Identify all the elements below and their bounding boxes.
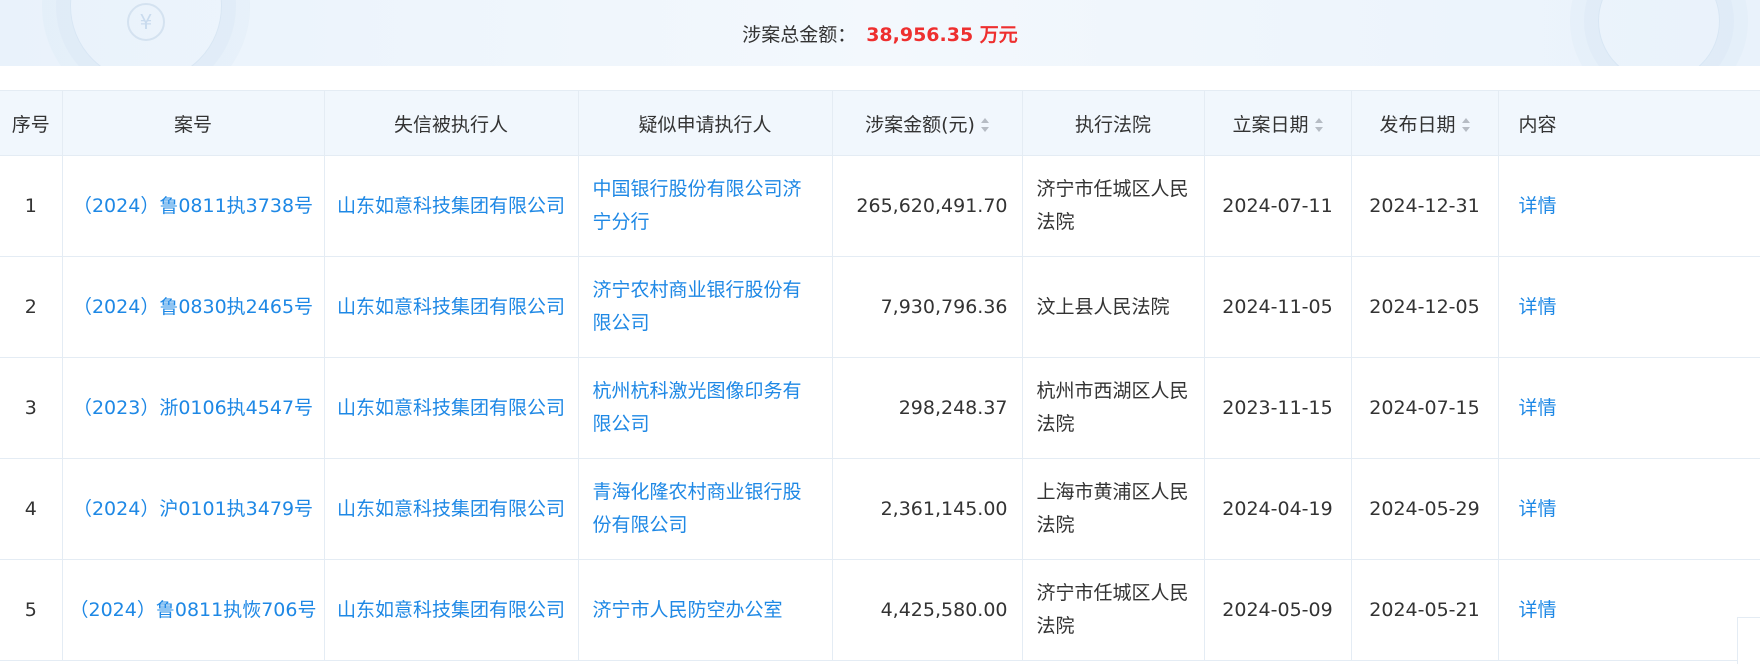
case-number-link[interactable]: （2024）沪0101执3479号 xyxy=(61,458,325,560)
case-number-link[interactable]: （2023）浙0106执4547号 xyxy=(61,357,325,459)
case-number-link[interactable]: （2024）鲁0811执恢706号 xyxy=(61,559,325,661)
col-header-amount[interactable]: 涉案金额(元) xyxy=(831,90,1023,156)
table-header-row: 序号 案号 失信被执行人 疑似申请执行人 涉案金额(元) 执行法院 立案日期 发… xyxy=(0,90,1760,156)
cell-amount: 265,620,491.70 xyxy=(831,155,1023,257)
col-header-filing-date-label: 立案日期 xyxy=(1232,113,1309,136)
cell-publish-date: 2024-12-05 xyxy=(1350,256,1499,358)
cell-index: 1 xyxy=(0,155,63,257)
detail-link[interactable]: 详情 xyxy=(1497,155,1760,257)
cell-index: 3 xyxy=(0,357,63,459)
cell-filing-date: 2023-11-15 xyxy=(1203,357,1352,459)
cell-publish-date: 2024-05-21 xyxy=(1350,559,1499,661)
col-header-filing-date[interactable]: 立案日期 xyxy=(1203,90,1352,156)
col-header-index: 序号 xyxy=(0,90,63,156)
decorative-circle xyxy=(1598,0,1720,66)
detail-link[interactable]: 详情 xyxy=(1497,256,1760,358)
col-header-case-no: 案号 xyxy=(61,90,325,156)
cell-publish-date: 2024-07-15 xyxy=(1350,357,1499,459)
cell-filing-date: 2024-05-09 xyxy=(1203,559,1352,661)
col-header-debtor: 失信被执行人 xyxy=(323,90,579,156)
sort-icon[interactable] xyxy=(980,118,989,132)
table-row: 2 （2024）鲁0830执2465号 山东如意科技集团有限公司 济宁农村商业银… xyxy=(0,256,1760,358)
case-number-link[interactable]: （2024）鲁0811执3738号 xyxy=(61,155,325,257)
applicant-link[interactable]: 杭州杭科激光图像印务有限公司 xyxy=(577,357,833,459)
applicant-link[interactable]: 济宁农村商业银行股份有限公司 xyxy=(577,256,833,358)
debtor-link[interactable]: 山东如意科技集团有限公司 xyxy=(323,256,579,358)
cell-amount: 4,425,580.00 xyxy=(831,559,1023,661)
cell-filing-date: 2024-04-19 xyxy=(1203,458,1352,560)
cell-index: 4 xyxy=(0,458,63,560)
decorative-circle: ¥ xyxy=(70,0,222,66)
cell-amount: 7,930,796.36 xyxy=(831,256,1023,358)
applicant-link[interactable]: 中国银行股份有限公司济宁分行 xyxy=(577,155,833,257)
col-header-content: 内容 xyxy=(1497,90,1760,156)
debtor-link[interactable]: 山东如意科技集团有限公司 xyxy=(323,155,579,257)
cell-court: 杭州市西湖区人民法院 xyxy=(1021,357,1205,459)
col-header-applicant: 疑似申请执行人 xyxy=(577,90,833,156)
dishonest-debtor-table: 序号 案号 失信被执行人 疑似申请执行人 涉案金额(元) 执行法院 立案日期 发… xyxy=(0,90,1760,661)
total-amount-value: 38,956.35 万元 xyxy=(866,23,1018,46)
cell-court: 汶上县人民法院 xyxy=(1021,256,1205,358)
table-row: 5 （2024）鲁0811执恢706号 山东如意科技集团有限公司 济宁市人民防空… xyxy=(0,559,1760,661)
applicant-link[interactable]: 济宁市人民防空办公室 xyxy=(577,559,833,661)
sort-icon[interactable] xyxy=(1314,118,1323,132)
applicant-link[interactable]: 青海化隆农村商业银行股份有限公司 xyxy=(577,458,833,560)
yuan-icon: ¥ xyxy=(127,3,165,41)
cell-index: 5 xyxy=(0,559,63,661)
debtor-link[interactable]: 山东如意科技集团有限公司 xyxy=(323,458,579,560)
detail-link[interactable]: 详情 xyxy=(1497,458,1760,560)
cell-amount: 298,248.37 xyxy=(831,357,1023,459)
summary-banner: ¥ 涉案总金额： 38,956.35 万元 xyxy=(0,0,1760,66)
cell-filing-date: 2024-07-11 xyxy=(1203,155,1352,257)
cell-amount: 2,361,145.00 xyxy=(831,458,1023,560)
col-header-publish-date-label: 发布日期 xyxy=(1379,113,1456,136)
detail-link[interactable]: 详情 xyxy=(1497,559,1760,661)
cell-court: 济宁市任城区人民法院 xyxy=(1021,155,1205,257)
debtor-link[interactable]: 山东如意科技集团有限公司 xyxy=(323,357,579,459)
col-header-publish-date[interactable]: 发布日期 xyxy=(1350,90,1499,156)
col-header-amount-label: 涉案金额(元) xyxy=(865,113,975,136)
cell-filing-date: 2024-11-05 xyxy=(1203,256,1352,358)
cell-publish-date: 2024-12-31 xyxy=(1350,155,1499,257)
sort-icon[interactable] xyxy=(1461,118,1470,132)
debtor-link[interactable]: 山东如意科技集团有限公司 xyxy=(323,559,579,661)
cell-court: 济宁市任城区人民法院 xyxy=(1021,559,1205,661)
table-row: 1 （2024）鲁0811执3738号 山东如意科技集团有限公司 中国银行股份有… xyxy=(0,155,1760,257)
cell-court: 上海市黄浦区人民法院 xyxy=(1021,458,1205,560)
case-number-link[interactable]: （2024）鲁0830执2465号 xyxy=(61,256,325,358)
detail-link[interactable]: 详情 xyxy=(1497,357,1760,459)
cell-index: 2 xyxy=(0,256,63,358)
table-row: 3 （2023）浙0106执4547号 山东如意科技集团有限公司 杭州杭科激光图… xyxy=(0,357,1760,459)
table-row: 4 （2024）沪0101执3479号 山东如意科技集团有限公司 青海化隆农村商… xyxy=(0,458,1760,560)
total-amount-label: 涉案总金额： xyxy=(742,23,857,46)
cell-publish-date: 2024-05-29 xyxy=(1350,458,1499,560)
scroll-corner[interactable] xyxy=(1737,617,1760,664)
col-header-court: 执行法院 xyxy=(1021,90,1205,156)
